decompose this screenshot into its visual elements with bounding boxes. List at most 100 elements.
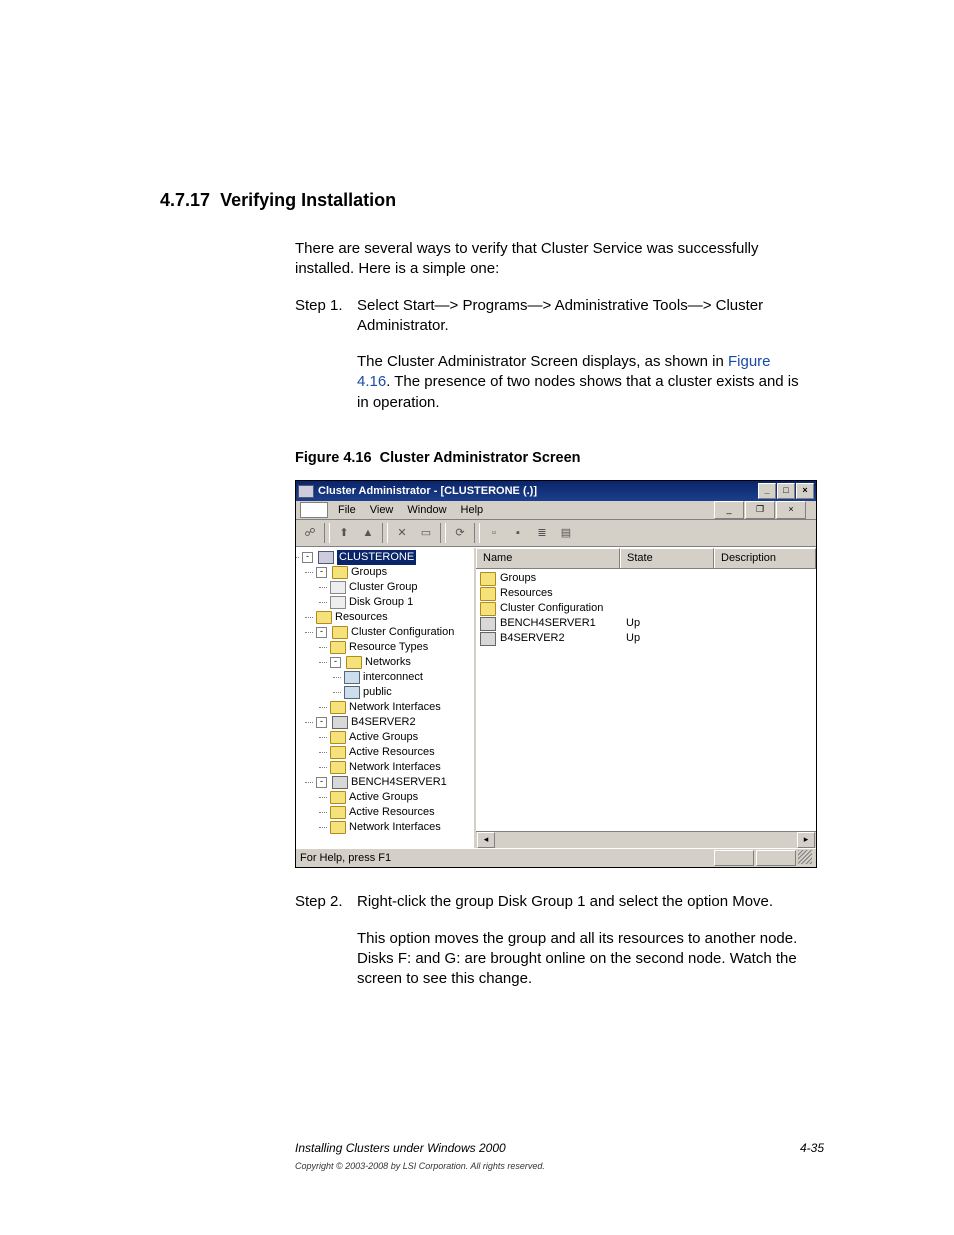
folder-icon [330, 791, 346, 804]
step-1-line-2a: The Cluster Administrator Screen display… [357, 353, 728, 370]
step-1-line-1: Select Start—> Programs—> Administrative… [357, 296, 805, 337]
status-cell [714, 850, 754, 866]
list-item[interactable]: Cluster Configuration [476, 601, 816, 616]
folder-icon [330, 821, 346, 834]
tree-bench-active-resources[interactable]: Active Resources [349, 805, 435, 820]
window-titlebar: Cluster Administrator - [CLUSTERONE (.)]… [296, 481, 816, 501]
tree-node-b4server2[interactable]: B4SERVER2 [351, 715, 416, 730]
step-1-label: Step 1. [295, 296, 357, 429]
footer-left: Installing Clusters under Windows 2000 [295, 1141, 506, 1155]
tree-groups[interactable]: Groups [351, 565, 387, 580]
column-header-state[interactable]: State [620, 548, 714, 568]
column-header-description[interactable]: Description [714, 548, 816, 568]
step-1-body: Select Start—> Programs—> Administrative… [357, 296, 805, 429]
folder-icon [332, 566, 348, 579]
list-body[interactable]: Groups Resources Cluster Configuration B… [476, 569, 816, 831]
folder-icon [332, 626, 348, 639]
mdi-restore-button[interactable]: ❐ [745, 501, 775, 519]
step-1-line-2: The Cluster Administrator Screen display… [357, 352, 805, 413]
tree-network-interfaces-1[interactable]: Network Interfaces [349, 700, 441, 715]
resize-grip-icon[interactable] [798, 850, 812, 864]
document-page: 4.7.17 Verifying Installation There are … [0, 0, 954, 1235]
intro-paragraph: There are several ways to verify that Cl… [295, 239, 805, 280]
tree-cluster-group[interactable]: Cluster Group [349, 580, 417, 595]
folder-icon [330, 641, 346, 654]
tree-bench-active-groups[interactable]: Active Groups [349, 790, 418, 805]
toolbar-small-icons-icon[interactable]: ▪ [506, 522, 530, 544]
scroll-left-icon[interactable]: ◂ [477, 832, 495, 848]
tree-b4-active-resources[interactable]: Active Resources [349, 745, 435, 760]
folder-icon [346, 656, 362, 669]
expander-icon[interactable]: - [316, 777, 327, 788]
expander-icon[interactable]: - [316, 717, 327, 728]
section-heading: 4.7.17 Verifying Installation [160, 190, 824, 211]
list-item[interactable]: Groups [476, 571, 816, 586]
tree-resources[interactable]: Resources [335, 610, 388, 625]
list-pane: Name State Description Groups Resources … [476, 548, 816, 848]
tree-networks[interactable]: Networks [365, 655, 411, 670]
menu-view[interactable]: View [364, 502, 400, 519]
list-item[interactable]: B4SERVER2Up [476, 631, 816, 646]
toolbar-refresh-icon[interactable]: ⟳ [448, 522, 472, 544]
menu-file[interactable]: File [332, 502, 362, 519]
expander-icon[interactable]: - [316, 627, 327, 638]
tree-interconnect[interactable]: interconnect [363, 670, 423, 685]
menu-window[interactable]: Window [401, 502, 452, 519]
toolbar-delete-icon[interactable]: ✕ [390, 522, 414, 544]
tree-resource-types[interactable]: Resource Types [349, 640, 428, 655]
tree-root-selected[interactable]: CLUSTERONE [337, 550, 416, 565]
mdi-doc-icon[interactable] [300, 502, 328, 518]
expander-icon[interactable]: - [302, 552, 313, 563]
mdi-minimize-button[interactable]: _ [714, 501, 744, 519]
column-header-name[interactable]: Name [476, 548, 620, 568]
tree-public[interactable]: public [363, 685, 392, 700]
server-icon [332, 776, 348, 789]
folder-icon [480, 602, 496, 616]
maximize-button[interactable]: □ [777, 483, 795, 499]
list-item[interactable]: Resources [476, 586, 816, 601]
mdi-window-buttons: _ ❐ × [708, 500, 812, 520]
figure-label: Figure 4.16 [295, 450, 372, 466]
tree-b4-network-interfaces[interactable]: Network Interfaces [349, 760, 441, 775]
tree-b4-active-groups[interactable]: Active Groups [349, 730, 418, 745]
list-header: Name State Description [476, 548, 816, 569]
menu-bar: File View Window Help _ ❐ × [296, 501, 816, 520]
window-title: Cluster Administrator - [CLUSTERONE (.)] [314, 484, 758, 499]
server-icon [480, 632, 496, 646]
step-2: Step 2. Right-click the group Disk Group… [295, 892, 805, 1005]
network-icon [344, 686, 360, 699]
tree-cluster-config[interactable]: Cluster Configuration [351, 625, 454, 640]
toolbar-list-icon[interactable]: ≣ [530, 522, 554, 544]
figure-caption: Figure 4.16 Cluster Administrator Screen [295, 449, 805, 469]
minimize-button[interactable]: _ [758, 483, 776, 499]
close-button[interactable]: × [796, 483, 814, 499]
expander-icon[interactable]: - [330, 657, 341, 668]
toolbar-large-icons-icon[interactable]: ▫ [482, 522, 506, 544]
status-text: For Help, press F1 [300, 851, 391, 866]
toolbar-properties-icon[interactable]: ▭ [414, 522, 438, 544]
horizontal-scrollbar[interactable]: ◂ ▸ [476, 831, 816, 848]
section-title: Verifying Installation [220, 190, 396, 210]
tree-pane[interactable]: -CLUSTERONE -Groups Cluster Group Disk G… [296, 548, 476, 848]
scroll-right-icon[interactable]: ▸ [797, 832, 815, 848]
network-icon [344, 671, 360, 684]
toolbar: ☍ ⬆ ▲ ✕ ▭ ⟳ ▫ ▪ ≣ ▤ [296, 520, 816, 547]
toolbar-details-icon[interactable]: ▤ [554, 522, 578, 544]
toolbar-open-connection-icon[interactable]: ☍ [298, 522, 322, 544]
list-item[interactable]: BENCH4SERVER1Up [476, 616, 816, 631]
toolbar-online-icon[interactable]: ▲ [356, 522, 380, 544]
tree-disk-group-1[interactable]: Disk Group 1 [349, 595, 413, 610]
tree-node-bench4server1[interactable]: BENCH4SERVER1 [351, 775, 447, 790]
menu-help[interactable]: Help [455, 502, 490, 519]
toolbar-up-icon[interactable]: ⬆ [332, 522, 356, 544]
app-icon [298, 485, 314, 498]
group-icon [330, 581, 346, 594]
expander-icon[interactable]: - [316, 567, 327, 578]
status-cell [756, 850, 796, 866]
tree-bench-network-interfaces[interactable]: Network Interfaces [349, 820, 441, 835]
folder-icon [330, 746, 346, 759]
folder-icon [330, 701, 346, 714]
copyright-line: Copyright © 2003-2008 by LSI Corporation… [295, 1161, 545, 1171]
mdi-close-button[interactable]: × [776, 501, 806, 519]
cluster-icon [318, 551, 334, 564]
